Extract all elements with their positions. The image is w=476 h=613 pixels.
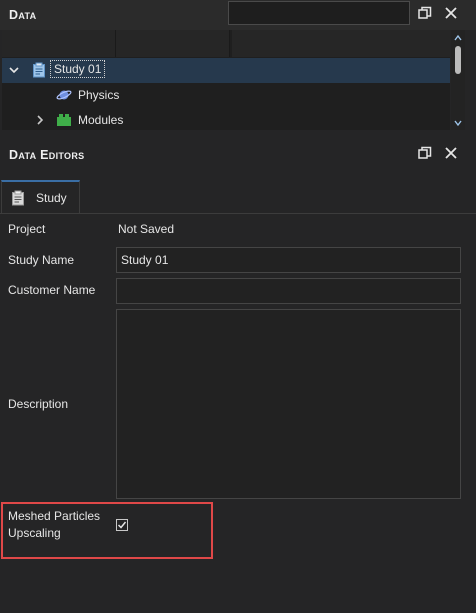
physics-planet-icon [56,87,72,106]
description-field[interactable] [116,309,461,499]
study-clipboard-icon [10,190,26,209]
scrollbar-thumb[interactable] [455,46,461,74]
tree-item-modules[interactable]: Modules [2,108,450,130]
chevron-right-icon[interactable] [34,114,46,129]
upscaling-label-line2: Upscaling [8,526,61,540]
upscaling-checkbox[interactable] [116,519,128,531]
tab-label: Study [36,191,67,205]
data-panel-title: Data [9,8,37,22]
tree-column-header[interactable] [116,30,230,57]
tree-scrollbar[interactable] [451,30,465,130]
tab-study[interactable]: Study [1,180,80,214]
float-window-icon[interactable] [417,145,433,161]
modules-blocks-icon [56,112,72,130]
tree-column-header[interactable] [232,30,450,57]
data-tree: Study 01 Physics Modules [2,30,450,130]
tree-item-label: Study 01 [50,60,106,78]
data-editors-title: Data Editors [9,148,85,162]
project-value: Not Saved [118,222,175,236]
description-label: Description [8,397,69,411]
customer-name-field[interactable] [116,278,461,304]
tree-item-label: Modules [78,113,124,127]
close-icon[interactable] [443,5,459,21]
customer-name-label: Customer Name [8,283,96,297]
tree-item-physics[interactable]: Physics [2,83,450,108]
scroll-up-icon[interactable] [453,32,463,46]
scroll-down-icon[interactable] [453,117,463,131]
study-name-label: Study Name [8,253,75,267]
data-editors-header: Data Editors [0,140,476,170]
close-icon[interactable] [443,145,459,161]
tree-column-header[interactable] [2,30,116,57]
data-search-input[interactable] [228,1,410,25]
checkmark-icon [117,521,127,529]
chevron-down-icon[interactable] [8,64,20,79]
project-label: Project [8,222,46,236]
study-clipboard-icon [31,62,47,81]
data-panel-header: Data [0,0,476,30]
tree-item-study[interactable]: Study 01 [2,58,450,83]
tree-column-headers [2,30,450,57]
study-name-field[interactable] [116,247,461,273]
tree-item-label: Physics [78,88,120,102]
upscaling-label-line1: Meshed Particles [8,509,101,523]
float-window-icon[interactable] [417,5,433,21]
